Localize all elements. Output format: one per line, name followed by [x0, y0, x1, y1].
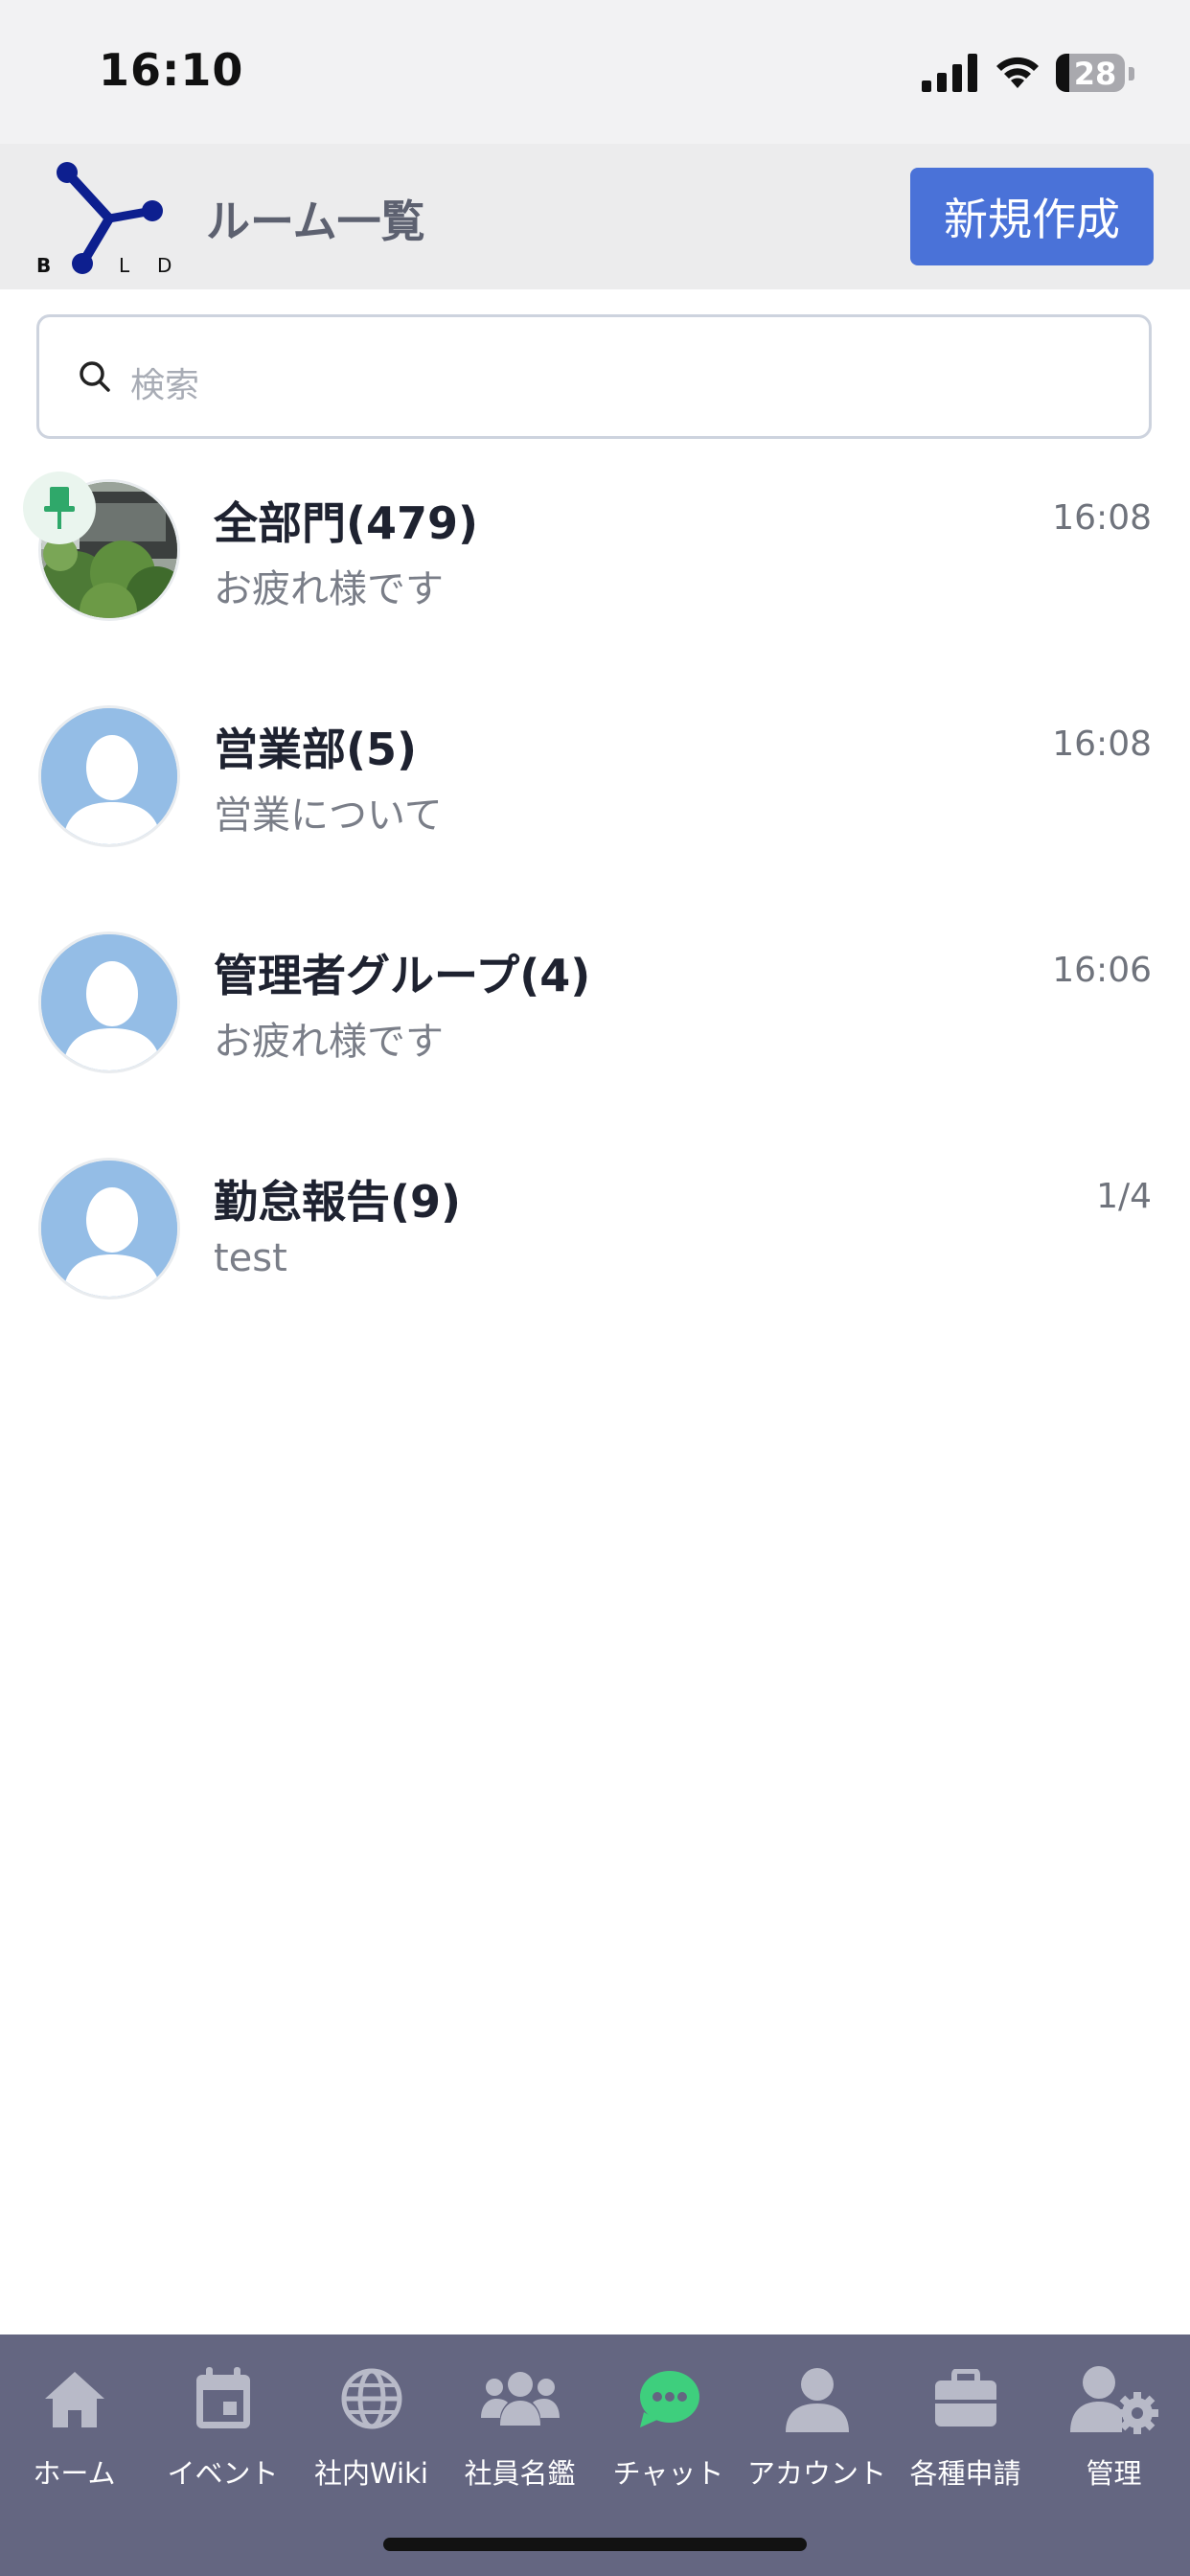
chat-icon [639, 2371, 699, 2427]
room-timestamp: 1/4 [1096, 1177, 1152, 1216]
nav-label: 管理 [1086, 2457, 1142, 2490]
user-icon [785, 2368, 849, 2432]
page-title: ルーム一覧 [206, 196, 425, 247]
room-last-message: お疲れ様です [214, 1020, 444, 1064]
home-indicator [383, 2538, 807, 2551]
room-last-message: test [214, 1236, 287, 1280]
users-icon [480, 2372, 560, 2426]
wifi-icon [996, 57, 1039, 88]
nav-item-chat[interactable]: チャット [594, 2356, 743, 2499]
room-last-message: お疲れ様です [214, 567, 444, 611]
search-placeholder: 検索 [130, 366, 200, 405]
nav-item-events[interactable]: イベント [149, 2356, 297, 2499]
nav-item-directory[interactable]: 社員名鑑 [446, 2356, 594, 2499]
briefcase-icon [934, 2369, 996, 2426]
app-header: B L D ルーム一覧 新規作成 [0, 144, 1190, 289]
search-icon [80, 361, 110, 392]
logo-letter-b: B [36, 254, 51, 277]
calendar-icon [195, 2367, 250, 2428]
user-gear-icon [1069, 2366, 1158, 2434]
room-name: 勤怠報告(9) [214, 1176, 462, 1228]
battery-icon: 28 [1056, 54, 1125, 92]
room-name: 管理者グループ(4) [214, 950, 591, 1001]
nav-item-applications[interactable]: 各種申請 [891, 2356, 1040, 2499]
battery-level: 28 [1073, 56, 1117, 92]
room-last-message: 営業について [214, 794, 443, 838]
room-timestamp: 16:08 [1052, 724, 1152, 764]
nav-label: 社員名鑑 [464, 2457, 576, 2490]
nav-label: チャット [612, 2457, 724, 2490]
bld-logo: B L D [36, 162, 172, 277]
nav-item-admin[interactable]: 管理 [1040, 2356, 1188, 2499]
nav-label: ホーム [33, 2457, 116, 2490]
room-name: 全部門(479) [214, 497, 479, 549]
nav-item-account[interactable]: アカウント [743, 2356, 891, 2499]
nav-label: イベント [167, 2457, 279, 2490]
nav-item-home[interactable]: ホーム [0, 2356, 149, 2499]
cellular-signal-icon [922, 54, 977, 92]
pin-icon [23, 472, 96, 544]
nav-item-wiki[interactable]: 社内Wiki [297, 2356, 446, 2499]
default-person-avatar-icon [38, 1158, 180, 1300]
search-input[interactable]: 検索 [36, 314, 1152, 439]
status-time: 16:10 [99, 44, 244, 96]
room-name: 営業部(5) [214, 724, 418, 775]
nav-label: 社内Wiki [314, 2457, 428, 2490]
status-bar: 16:10 28 [0, 0, 1190, 144]
default-person-avatar-icon [38, 932, 180, 1073]
globe-icon [341, 2368, 401, 2429]
room-timestamp: 16:08 [1052, 498, 1152, 538]
logo-letter-d: D [157, 254, 172, 277]
nav-label: 各種申請 [909, 2457, 1021, 2490]
nav-label: アカウント [746, 2457, 886, 2490]
new-room-button[interactable]: 新規作成 [910, 168, 1154, 265]
home-icon [44, 2372, 104, 2427]
logo-letter-l: L [119, 254, 130, 277]
room-row-admin-group[interactable]: 管理者グループ(4) お疲れ様です 16:06 [0, 903, 1190, 1128]
room-row-sales[interactable]: 営業部(5) 営業について 16:08 [0, 677, 1190, 902]
default-person-avatar-icon [38, 705, 180, 847]
room-row-all-departments[interactable]: 全部門(479) お疲れ様です 16:08 [0, 450, 1190, 676]
room-row-attendance[interactable]: 勤怠報告(9) test 1/4 [0, 1129, 1190, 1354]
room-timestamp: 16:06 [1052, 951, 1152, 990]
